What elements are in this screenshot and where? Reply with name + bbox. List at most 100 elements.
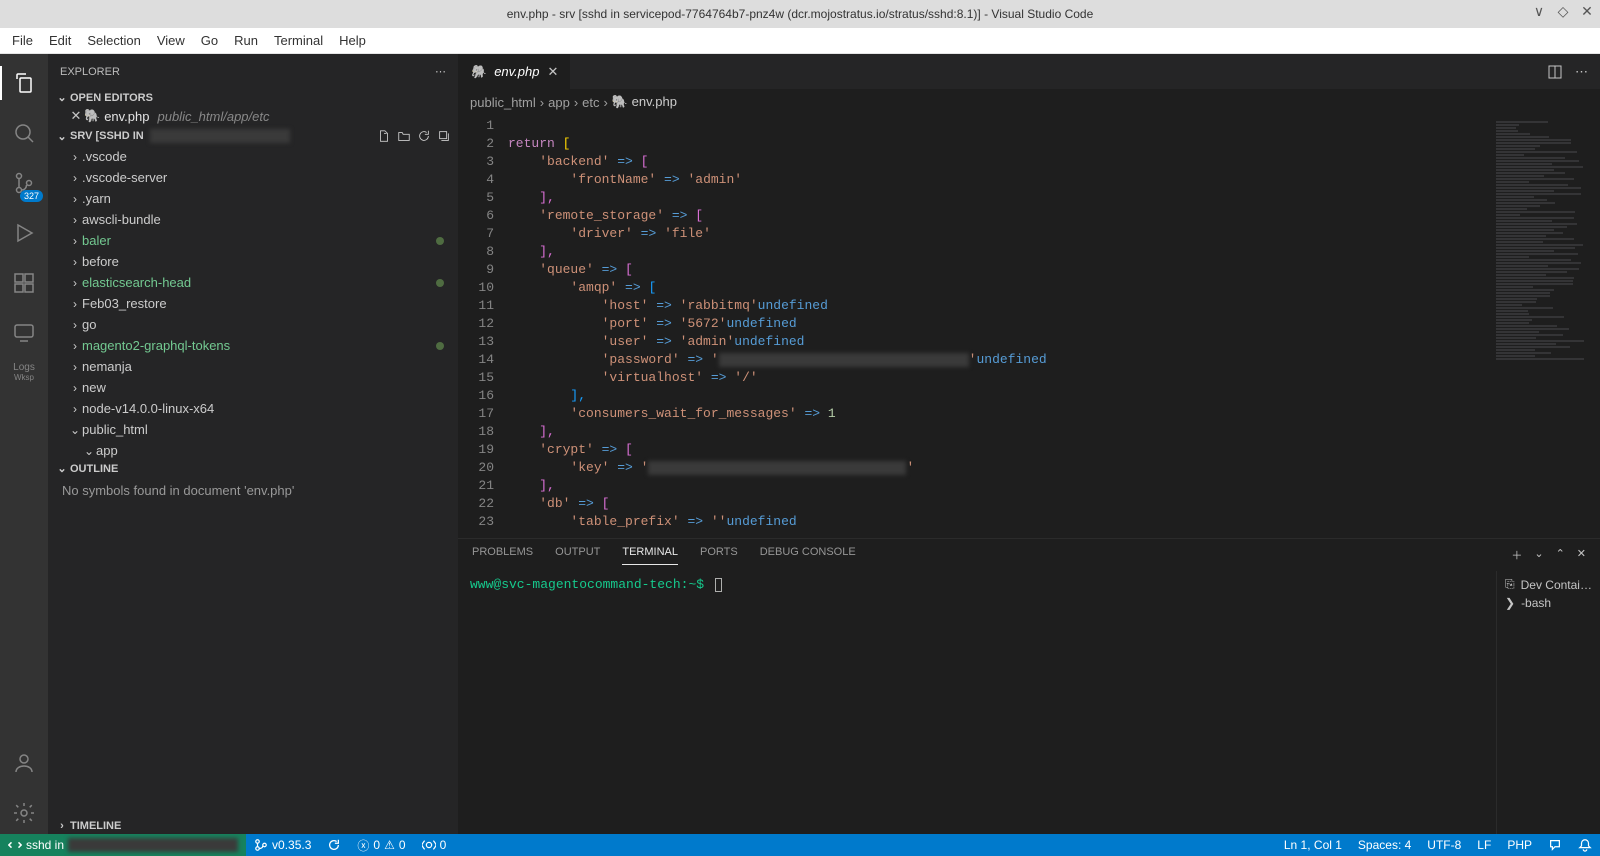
menu-view[interactable]: View [149,28,193,54]
code-content[interactable]: return [ 'backend' => [ 'frontName' => '… [508,115,1490,538]
panel-tab-debug-console[interactable]: DEBUG CONSOLE [760,546,856,564]
breadcrumb[interactable]: public_html›app›etc›🐘 env.php [458,89,1600,115]
notifications-icon[interactable] [1570,834,1600,856]
minimize-icon[interactable]: ∨ [1532,4,1546,18]
tree-item-label: Feb03_restore [82,296,452,311]
terminal[interactable]: www@svc-magentocommand-tech:~$ [458,571,1496,834]
sync-icon[interactable] [319,834,349,856]
git-branch[interactable]: v0.35.3 [246,834,319,856]
more-actions-icon[interactable]: ⋯ [1575,64,1588,80]
maximize-icon[interactable]: ◇ [1556,4,1570,18]
panel-tab-output[interactable]: OUTPUT [555,546,600,564]
menu-run[interactable]: Run [226,28,266,54]
remote-indicator[interactable]: sshd in [0,834,246,856]
chevron-icon: ⌄ [68,423,82,437]
collapse-all-icon[interactable] [436,128,452,144]
open-editors-header[interactable]: ⌄ OPEN EDITORS [48,89,458,106]
scm-badge: 327 [20,190,43,202]
breadcrumb-segment[interactable]: etc [582,95,599,110]
activity-bar: 327 Logs Wksp [0,54,48,834]
workbench: 327 Logs Wksp EXPLORER ⋯ ⌄ OPEN ED [0,54,1600,834]
tree-item[interactable]: ›before [48,251,458,272]
tree-item[interactable]: ›.yarn [48,188,458,209]
terminal-list-item[interactable]: ⎘Dev Contai… [1497,575,1600,594]
new-terminal-icon[interactable]: ＋ [1511,547,1522,563]
tree-item[interactable]: ›baler [48,230,458,251]
tree-item[interactable]: ›Feb03_restore [48,293,458,314]
source-control-icon[interactable]: 327 [0,162,48,204]
maximize-panel-icon[interactable]: ⌃ [1556,547,1565,563]
terminal-cursor [715,578,722,592]
minimap[interactable] [1490,115,1600,538]
chevron-down-icon: ⌄ [54,130,70,143]
timeline-header[interactable]: › TIMELINE [48,818,458,834]
tree-item[interactable]: ›awscli-bundle [48,209,458,230]
tree-item[interactable]: ›.vscode-server [48,167,458,188]
tree-item[interactable]: ›magento2-graphql-tokens [48,335,458,356]
open-editor-item[interactable]: ✕ 🐘 env.php public_html/app/etc [48,106,458,126]
git-modified-dot [436,237,444,245]
editor-main[interactable]: 1234567891011121314151617181920212223 re… [458,115,1600,538]
ports-status[interactable]: 0 [414,834,455,856]
menu-terminal[interactable]: Terminal [266,28,331,54]
chevron-icon: › [68,276,82,290]
tree-item[interactable]: ›new [48,377,458,398]
problems-status[interactable]: ⓧ0 ⚠0 [349,834,413,856]
breadcrumb-segment[interactable]: public_html [470,95,536,110]
menu-go[interactable]: Go [193,28,226,54]
panel: PROBLEMS OUTPUT TERMINAL PORTS DEBUG CONSOLE… [458,538,1600,834]
tree-item[interactable]: ›go [48,314,458,335]
tree-item[interactable]: ›elasticsearch-head [48,272,458,293]
chevron-right-icon: › [54,820,70,832]
explorer-more-icon[interactable]: ⋯ [435,65,446,78]
run-debug-icon[interactable] [0,212,48,254]
new-folder-icon[interactable] [396,128,412,144]
open-editor-filename: env.php [104,109,149,124]
php-file-icon: 🐘 [84,108,100,124]
split-editor-icon[interactable] [1547,64,1563,80]
search-icon[interactable] [0,112,48,154]
new-file-icon[interactable] [376,128,392,144]
panel-tab-terminal[interactable]: TERMINAL [622,546,678,565]
eol[interactable]: LF [1469,834,1499,856]
terminal-list-item[interactable]: ❯-bash [1497,594,1600,612]
tree-item[interactable]: ⌄app [48,440,458,460]
settings-gear-icon[interactable] [0,792,48,834]
explorer-icon[interactable] [0,62,48,104]
tree-item[interactable]: ›node-v14.0.0-linux-x64 [48,398,458,419]
terminal-dropdown-icon[interactable]: ⌄ [1534,547,1543,563]
close-editor-icon[interactable]: ✕ [68,108,84,124]
language-mode[interactable]: PHP [1499,834,1540,856]
panel-tab-problems[interactable]: PROBLEMS [472,546,533,564]
account-icon[interactable] [0,742,48,784]
menu-file[interactable]: File [4,28,41,54]
encoding[interactable]: UTF-8 [1419,834,1469,856]
breadcrumb-segment[interactable]: 🐘 env.php [612,94,677,110]
close-icon[interactable]: ✕ [1580,4,1594,18]
refresh-icon[interactable] [416,128,432,144]
chevron-icon: › [68,234,82,248]
close-tab-icon[interactable]: ✕ [547,64,558,80]
remote-explorer-icon[interactable] [0,312,48,354]
git-modified-dot [436,342,444,350]
indentation[interactable]: Spaces: 4 [1350,834,1419,856]
outline-header[interactable]: ⌄ OUTLINE [48,460,458,477]
menu-selection[interactable]: Selection [79,28,148,54]
tree-item[interactable]: ⌄public_html [48,419,458,440]
cursor-position[interactable]: Ln 1, Col 1 [1276,834,1350,856]
breadcrumb-segment[interactable]: app [548,95,570,110]
tree-item[interactable]: ›.vscode [48,146,458,167]
folder-header[interactable]: ⌄ SRV [SSHD IN [48,126,458,146]
logs-icon[interactable]: Logs Wksp [13,362,35,382]
extensions-icon[interactable] [0,262,48,304]
editor-tab-env-php[interactable]: 🐘 env.php ✕ [458,54,571,89]
feedback-icon[interactable] [1540,834,1570,856]
close-panel-icon[interactable]: ✕ [1577,547,1586,563]
panel-tab-ports[interactable]: PORTS [700,546,738,564]
open-editor-path: public_html/app/etc [157,109,269,124]
menu-edit[interactable]: Edit [41,28,79,54]
menu-help[interactable]: Help [331,28,374,54]
tree-item[interactable]: ›nemanja [48,356,458,377]
titlebar: env.php - srv [sshd in servicepod-776476… [0,0,1600,28]
tab-label: env.php [494,64,539,79]
